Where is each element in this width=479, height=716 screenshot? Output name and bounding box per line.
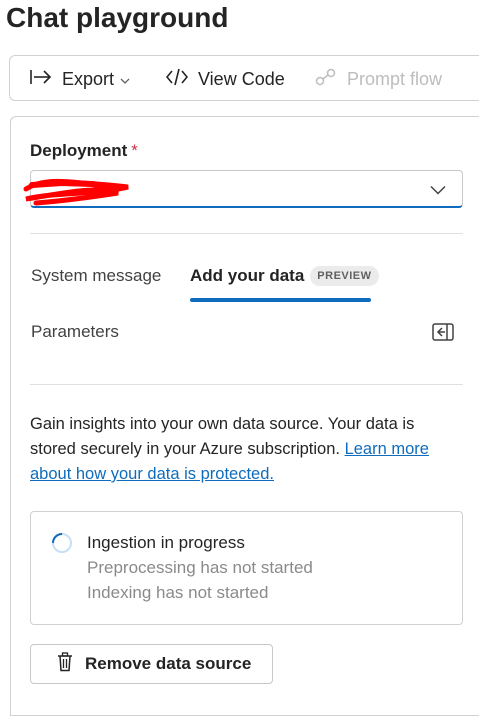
- indexing-status: Indexing has not started: [87, 583, 269, 602]
- preview-badge: PREVIEW: [310, 266, 379, 286]
- parameters-label[interactable]: Parameters: [31, 322, 119, 342]
- prompt-flow-label: Prompt flow: [347, 68, 443, 89]
- chevron-down-icon: [430, 182, 446, 200]
- export-label: Export: [62, 68, 115, 89]
- page-title: Chat playground: [6, 2, 229, 33]
- remove-data-source-button[interactable]: Remove data source: [30, 644, 273, 684]
- redaction-scribble: [22, 175, 132, 212]
- code-icon: [165, 68, 198, 91]
- preprocessing-status: Preprocessing has not started: [87, 558, 313, 577]
- divider: [30, 384, 463, 385]
- trash-icon: [31, 651, 85, 677]
- view-code-label: View Code: [198, 68, 285, 89]
- export-button[interactable]: Export: [30, 56, 140, 102]
- deployment-label-text: Deployment: [30, 141, 128, 160]
- remove-data-source-label: Remove data source: [85, 654, 252, 673]
- view-code-button[interactable]: View Code: [165, 56, 285, 102]
- tab-add-your-data[interactable]: Add your data PREVIEW: [190, 264, 379, 294]
- spinner-icon: [51, 532, 73, 559]
- ingestion-title: Ingestion in progress: [87, 533, 245, 552]
- active-tab-indicator: [190, 298, 371, 302]
- tab-system-message[interactable]: System message: [31, 264, 161, 294]
- divider: [30, 233, 463, 234]
- required-mark: *: [131, 141, 138, 160]
- prompt-flow-button[interactable]: Prompt flow: [315, 56, 442, 102]
- tab-add-your-data-label: Add your data: [190, 266, 305, 285]
- toolbar: Export View Code Prompt flow: [9, 55, 479, 101]
- chevron-down-icon: [120, 69, 140, 90]
- export-icon: [30, 69, 62, 90]
- flow-icon: [315, 68, 347, 91]
- data-description: Gain insights into your own data source.…: [30, 412, 460, 487]
- deployment-label: Deployment *: [30, 141, 138, 161]
- panel-collapse-icon[interactable]: [432, 322, 454, 347]
